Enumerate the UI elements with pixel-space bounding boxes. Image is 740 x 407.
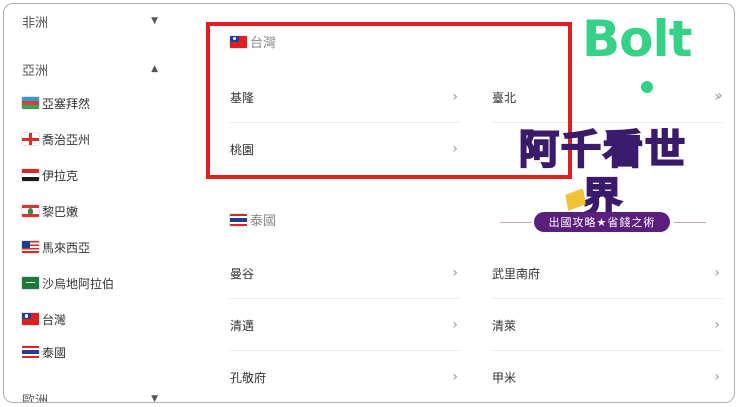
country-iraq[interactable]: 伊拉克: [22, 164, 78, 186]
taiwan-flag-icon: [230, 35, 247, 48]
city-item-krabi[interactable]: 甲米 ›: [492, 352, 722, 402]
country-taiwan[interactable]: 台灣: [22, 308, 66, 330]
section-africa[interactable]: 非洲 ▼: [22, 10, 158, 32]
taiwan-flag-icon: [22, 313, 39, 325]
country-saudi-arabia[interactable]: 沙烏地阿拉伯: [22, 272, 114, 294]
chevron-up-icon: ▲: [151, 64, 158, 74]
chevron-down-icon: ▼: [151, 16, 158, 26]
country-azerbaijan[interactable]: 亞塞拜然: [22, 92, 90, 114]
city-item-taoyuan[interactable]: 桃園 ›: [230, 124, 460, 174]
chevron-right-icon: ›: [714, 265, 720, 281]
chevron-right-icon: ›: [452, 317, 458, 333]
chevron-right-icon: ›: [717, 88, 723, 104]
section-europe[interactable]: 歐洲 ▼: [22, 388, 158, 403]
chevron-right-icon: ›: [452, 89, 458, 105]
thailand-flag-icon: [22, 346, 39, 358]
site-logo: 阿千看世界 出國攻略★省錢之術: [500, 126, 706, 236]
group-title-thailand: 泰國: [230, 210, 276, 229]
bolt-logo: Bolt: [582, 10, 693, 68]
city-item-taipei[interactable]: 臺北 ›: [492, 72, 722, 123]
chevron-right-icon: ›: [452, 265, 458, 281]
country-malaysia[interactable]: 馬來西亞: [22, 236, 90, 258]
georgia-flag-icon: [22, 133, 39, 145]
section-asia[interactable]: 亞洲 ▲: [22, 58, 158, 80]
chevron-down-icon: ▼: [151, 394, 158, 403]
saudi-arabia-flag-icon: [22, 277, 39, 289]
group-title-taiwan: 台灣: [230, 32, 276, 51]
iraq-flag-icon: [22, 169, 39, 181]
city-item-chiang-mai[interactable]: 清邁 ›: [230, 300, 460, 351]
region-sidebar: 非洲 ▼ 亞洲 ▲ 亞塞拜然 喬治亞州 伊拉克 黎巴嫩 馬來西亞 沙烏地阿拉伯 …: [4, 4, 164, 402]
lebanon-flag-icon: [22, 205, 39, 217]
thailand-flag-icon: [230, 213, 247, 226]
chevron-right-icon: ›: [714, 369, 720, 385]
city-item-bangkok[interactable]: 曼谷 ›: [230, 248, 460, 299]
city-item-chiang-rai[interactable]: 清萊 ›: [492, 300, 722, 351]
bolt-logo-dot: [641, 81, 653, 93]
azerbaijan-flag-icon: [22, 97, 39, 109]
city-item-khon-kaen[interactable]: 孔敬府 ›: [230, 352, 460, 402]
chevron-right-icon: ›: [452, 141, 458, 157]
country-lebanon[interactable]: 黎巴嫩: [22, 200, 78, 222]
site-tagline: 出國攻略★省錢之術: [534, 212, 670, 232]
city-item-keelung[interactable]: 基隆 ›: [230, 72, 460, 123]
country-thailand[interactable]: 泰國: [22, 344, 66, 358]
chevron-right-icon: ›: [452, 369, 458, 385]
malaysia-flag-icon: [22, 241, 39, 253]
city-item-buriram[interactable]: 武里南府 ›: [492, 248, 722, 299]
country-georgia[interactable]: 喬治亞州: [22, 128, 90, 150]
chevron-right-icon: ›: [714, 317, 720, 333]
